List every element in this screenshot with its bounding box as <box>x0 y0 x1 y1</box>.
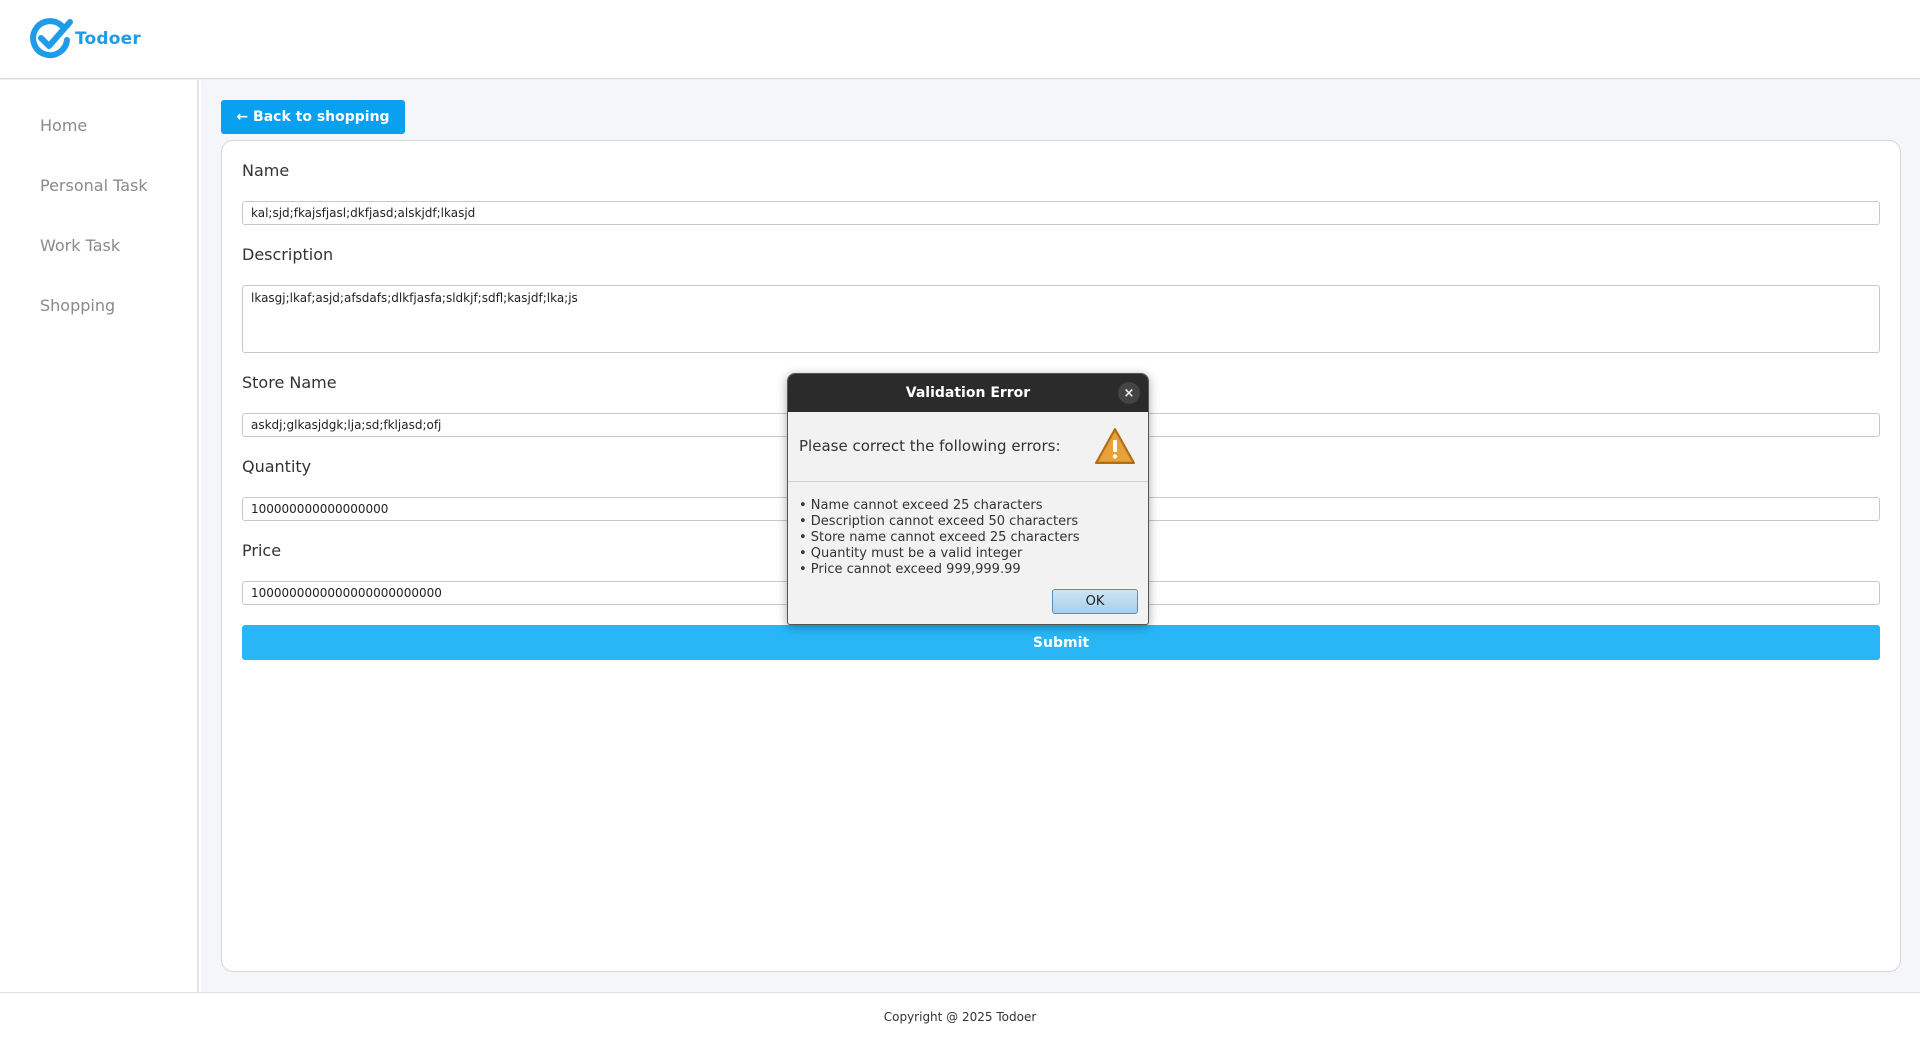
dialog-header-text: Please correct the following errors: <box>799 437 1061 455</box>
logo-text: Todoer <box>75 29 141 49</box>
footer: Copyright @ 2025 Todoer <box>0 992 1920 1040</box>
dialog-header: Please correct the following errors: <box>788 412 1148 482</box>
name-label: Name <box>242 161 290 180</box>
error-item: • Description cannot exceed 50 character… <box>799 514 1079 529</box>
submit-button[interactable]: Submit <box>242 625 1880 660</box>
check-circle-icon <box>30 18 73 59</box>
logo[interactable]: Todoer <box>30 18 141 60</box>
copyright-text: Copyright @ 2025 Todoer <box>883 1009 1037 1024</box>
warning-icon <box>1095 428 1135 464</box>
error-item: • Price cannot exceed 999,999.99 <box>799 562 1021 577</box>
store-name-label: Store Name <box>242 373 337 392</box>
close-icon[interactable]: × <box>1118 382 1140 404</box>
dialog-title: Validation Error <box>905 385 1031 401</box>
app-header: Todoer <box>0 0 1920 79</box>
name-field[interactable]: kal;sjd;fkajsfjasl;dkfjasd;alskjdf;lkasj… <box>242 201 1880 225</box>
validation-error-dialog: Validation Error × Please correct the fo… <box>787 373 1149 625</box>
back-to-shopping-button[interactable]: ← Back to shopping <box>221 100 405 134</box>
description-field[interactable]: lkasgj;lkaf;asjd;afsdafs;dlkfjasfa;sldkj… <box>242 285 1880 353</box>
error-item: • Store name cannot exceed 25 characters <box>799 530 1080 545</box>
error-list: • Name cannot exceed 25 characters • Des… <box>799 498 1080 578</box>
sidebar-item-home[interactable]: Home <box>40 116 87 135</box>
price-label: Price <box>242 541 282 560</box>
sidebar: Home Personal Task Work Task Shopping <box>0 80 199 992</box>
description-label: Description <box>242 245 334 264</box>
error-item: • Name cannot exceed 25 characters <box>799 498 1043 513</box>
error-item: • Quantity must be a valid integer <box>799 546 1023 561</box>
dialog-titlebar[interactable]: Validation Error × <box>788 374 1148 412</box>
ok-button[interactable]: OK <box>1052 589 1138 614</box>
quantity-label: Quantity <box>242 457 312 476</box>
sidebar-item-shopping[interactable]: Shopping <box>40 296 115 315</box>
sidebar-item-personal-task[interactable]: Personal Task <box>40 176 148 195</box>
sidebar-item-work-task[interactable]: Work Task <box>40 236 120 255</box>
